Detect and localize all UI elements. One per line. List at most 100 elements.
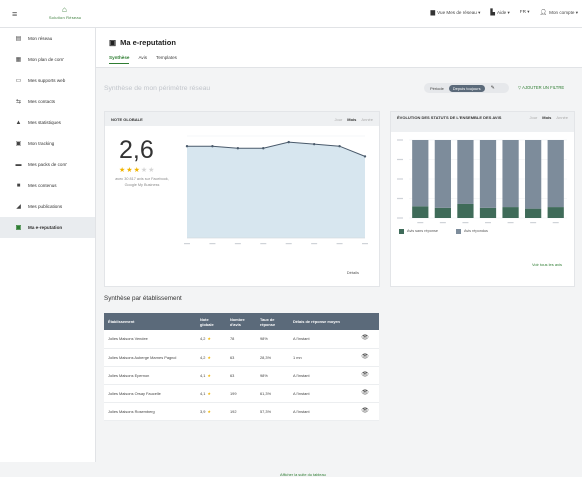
sidebar-item-4[interactable]: ▲ Mes statistiques xyxy=(0,112,95,133)
sidebar-item-icon: ◢ xyxy=(16,204,21,210)
network-view-menu[interactable]: ▆ Vue Mes de réseau ▾ xyxy=(431,9,481,16)
house-icon: ⌂ xyxy=(62,5,67,14)
period-option-1[interactable]: Mois xyxy=(542,115,551,120)
cell-rate: 61,3% xyxy=(256,384,289,403)
account-menu[interactable]: 👤︎ Mon compte ▾ xyxy=(540,9,578,16)
logo-text: Solution Réseau xyxy=(48,15,82,20)
y-tick-placeholder xyxy=(397,158,403,161)
line-point xyxy=(287,140,290,144)
bar-answered xyxy=(525,140,542,209)
legend-unanswered: Avis sans réponse xyxy=(399,229,438,234)
note-card-header: NOTE GLOBALE Jour Mois Année xyxy=(105,112,379,126)
sidebar-item-label: Mes contenus xyxy=(28,183,57,188)
tab-2[interactable]: Templates xyxy=(156,55,177,64)
cell-rating: 4,2 ★ xyxy=(196,330,226,349)
x-tick-placeholder xyxy=(260,243,267,245)
page-title: ▣ Ma e-reputation xyxy=(109,38,176,47)
rating-value: 4,2 xyxy=(200,354,206,360)
add-filter-button[interactable]: ▽ AJOUTER UN FILTRE xyxy=(518,85,564,90)
status-period-toggle: Jour Mois Année xyxy=(530,115,568,120)
sidebar-item-7[interactable]: ■ Mes contenus xyxy=(0,175,95,196)
show-more-link[interactable]: Afficher la suite du tableau xyxy=(280,472,326,477)
eye-icon[interactable]: 👁︎ xyxy=(361,390,369,396)
sidebar-item-label: Mon plan de com' xyxy=(28,57,65,62)
eye-icon[interactable]: 👁︎ xyxy=(361,354,369,360)
cell-count: 78 xyxy=(226,330,256,349)
period-option-1[interactable]: Mois xyxy=(347,117,356,122)
sidebar-item-label: Ma e-reputation xyxy=(28,225,63,230)
help-menu[interactable]: ▙ Aide ▾ xyxy=(490,9,509,16)
star-icon: ★ xyxy=(207,408,211,414)
tab-0[interactable]: Synthèse xyxy=(109,55,130,64)
star-icon: ★ xyxy=(207,336,211,342)
sidebar-item-icon: ⇆ xyxy=(15,99,22,105)
table-row: Jolies Maisons Epernon 4,1 ★ 63 98% A l'insta… xyxy=(104,366,379,385)
store-icon: ▆ xyxy=(430,10,436,16)
eye-icon[interactable]: 👁︎ xyxy=(361,372,369,378)
bar-answered xyxy=(412,140,429,207)
reputation-icon: ▣ xyxy=(109,38,117,47)
sidebar-item-5[interactable]: ▣ Mon tracking xyxy=(0,133,95,154)
sidebar-item-3[interactable]: ⇆ Mes contacts xyxy=(0,91,95,112)
sidebar-item-label: Mon réseau xyxy=(28,36,53,41)
table-row: Jolies Maisons Orsay Faucelle 4,1 ★ 199 61,3… xyxy=(104,384,379,403)
cell-action: 👁︎ xyxy=(351,384,379,403)
cell-rating: 4,1 ★ xyxy=(196,384,226,403)
star-icon: ★ xyxy=(207,354,211,360)
tab-1[interactable]: Avis xyxy=(138,55,147,64)
period-selector[interactable]: Période Depuis toujours ✎ xyxy=(424,83,509,93)
bar-unanswered xyxy=(457,203,474,218)
x-tick-placeholder xyxy=(507,222,514,224)
cell-rate: 98% xyxy=(256,330,289,349)
sidebar-item-label: Mes publications xyxy=(28,204,63,209)
column-header-4: Délais de réponse moyen xyxy=(289,313,351,330)
logo[interactable]: ⌂ Solution Réseau xyxy=(44,6,86,22)
details-link[interactable]: Détails xyxy=(347,270,359,275)
cell-action: 👁︎ xyxy=(351,348,379,367)
sidebar-item-icon: ▤ xyxy=(15,36,22,42)
sidebar-item-6[interactable]: ▬ Mes packs de com' xyxy=(0,154,95,175)
status-card-header: ÉVOLUTION DES STATUTS DE L'ENSEMBLE DES … xyxy=(391,112,574,132)
x-tick-placeholder xyxy=(209,243,216,245)
bar-answered xyxy=(434,140,451,208)
bar-unanswered xyxy=(502,207,519,218)
sidebar-item-1[interactable]: ▦ Mon plan de com' xyxy=(0,49,95,70)
period-label: Période xyxy=(430,85,444,91)
sidebar-item-0[interactable]: ▤ Mon réseau xyxy=(0,28,95,49)
rating-value: 4,1 xyxy=(200,372,206,378)
cell-action: 👁︎ xyxy=(351,402,379,421)
period-option-2[interactable]: Année xyxy=(556,115,568,120)
line-point xyxy=(211,145,214,148)
language-menu[interactable]: FR ▾ xyxy=(520,9,530,16)
sidebar-item-8[interactable]: ◢ Mes publications xyxy=(0,196,95,217)
period-option-0[interactable]: Jour xyxy=(335,117,343,122)
sidebar-item-icon: ▦ xyxy=(15,57,22,63)
cell-action: 👁︎ xyxy=(351,330,379,349)
sidebar-item-2[interactable]: ▭ Mes supports web xyxy=(0,70,95,91)
period-option-0[interactable]: Jour xyxy=(530,115,538,120)
establishments-table: Établissement Note globale Nombre d'avis Ta… xyxy=(104,313,379,421)
y-tick-placeholder xyxy=(397,217,403,219)
menu-icon[interactable]: ≡ xyxy=(12,10,17,19)
y-tick-placeholder xyxy=(397,197,403,200)
cell-delay: A l'instant xyxy=(289,366,351,385)
rating-value: 3,9 xyxy=(200,408,206,414)
sidebar-item-icon: ■ xyxy=(16,182,21,189)
period-option-2[interactable]: Année xyxy=(361,117,373,122)
status-bar-chart xyxy=(397,139,567,224)
pencil-icon[interactable]: ✎ xyxy=(491,85,495,91)
x-tick-placeholder xyxy=(462,222,469,224)
line-point xyxy=(363,155,367,158)
x-tick-placeholder xyxy=(485,222,491,224)
legend-answered: Avis répondus xyxy=(455,229,488,234)
status-legend: Avis sans réponse Avis répondus xyxy=(399,229,488,234)
line-area xyxy=(187,142,365,238)
cell-delay: A l'instant xyxy=(289,384,351,403)
sidebar-item-9[interactable]: ▣ Ma e-reputation xyxy=(0,217,95,238)
eye-icon[interactable]: 👁︎ xyxy=(361,335,369,341)
eye-icon[interactable]: 👁︎ xyxy=(361,408,369,414)
see-all-reviews-link[interactable]: Voir tous les avis xyxy=(532,262,562,267)
sidebar-item-label: Mes packs de com' xyxy=(28,162,68,167)
sidebar-item-label: Mes contacts xyxy=(28,99,56,104)
note-card: NOTE GLOBALE Jour Mois Année 2,6 ★★★★★ ave… xyxy=(104,111,380,287)
